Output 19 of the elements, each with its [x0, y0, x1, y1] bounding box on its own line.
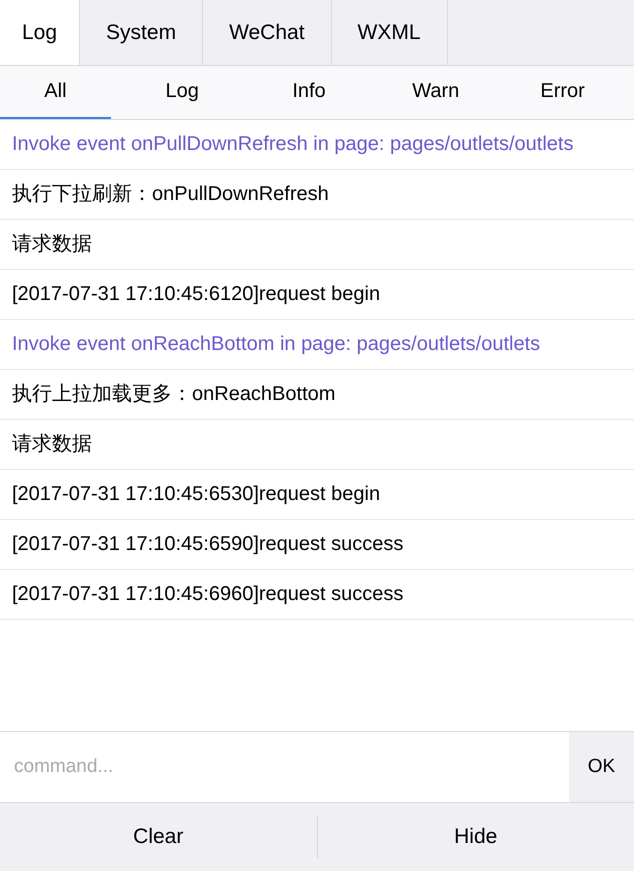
log-entry: [2017-07-31 17:10:45:6530]request begin — [0, 470, 634, 520]
tab[interactable]: Log — [0, 0, 80, 65]
log-entry: 请求数据 — [0, 220, 634, 270]
log-entry: Invoke event onReachBottom in page: pages/outlets/outlets — [0, 320, 634, 370]
footer-button[interactable]: Clear — [0, 803, 316, 871]
filter-tab[interactable]: All — [0, 66, 111, 119]
ok-button[interactable]: OK — [569, 732, 634, 802]
footer-button[interactable]: Hide — [318, 803, 634, 871]
filter-tab[interactable]: Log — [126, 66, 238, 119]
filter-tab[interactable]: Error — [507, 66, 618, 119]
log-entry: 执行下拉刷新：onPullDownRefresh — [0, 170, 634, 220]
log-entry: [2017-07-31 17:10:45:6120]request begin — [0, 270, 634, 320]
log-entry: Invoke event onPullDownRefresh in page: pages/outlets/outlets — [0, 120, 634, 170]
filter-tab[interactable]: Warn — [380, 66, 492, 119]
log-entry: [2017-07-31 17:10:45:6590]request success — [0, 520, 634, 570]
filter-tab[interactable]: Info — [254, 66, 364, 119]
log-entry: [2017-07-31 17:10:45:6960]request success — [0, 570, 634, 620]
log-entry: 执行上拉加载更多：onReachBottom — [0, 370, 634, 420]
log-entry: 请求数据 — [0, 420, 634, 470]
